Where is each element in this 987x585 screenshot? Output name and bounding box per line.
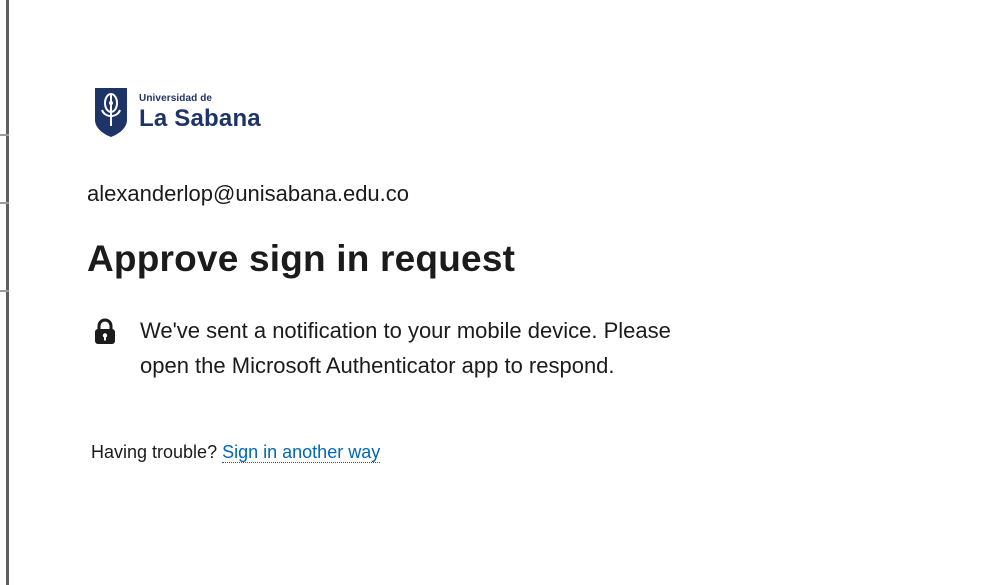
help-row: Having trouble? Sign in another way (91, 442, 381, 463)
page-title: Approve sign in request (87, 238, 516, 279)
sign-in-another-way-link[interactable]: Sign in another way (222, 442, 381, 463)
logo-text: Universidad de La Sabana (139, 92, 261, 132)
university-logo: Universidad de La Sabana (93, 86, 261, 138)
notification-message: We've sent a notification to your mobile… (93, 313, 733, 383)
logo-line-2: La Sabana (139, 104, 261, 132)
window-edge (6, 0, 9, 585)
edge-tick (0, 202, 9, 204)
logo-line-1: Universidad de (139, 92, 213, 104)
notification-text: We've sent a notification to your mobile… (140, 318, 671, 378)
edge-tick (0, 134, 9, 136)
account-email: alexanderlop@unisabana.edu.co (87, 181, 410, 206)
page: Universidad de La Sabana alexanderlop@un… (0, 0, 987, 585)
lock-icon (95, 318, 115, 344)
edge-tick (0, 290, 9, 292)
help-prompt: Having trouble? (91, 442, 218, 462)
shield-icon (95, 88, 127, 137)
